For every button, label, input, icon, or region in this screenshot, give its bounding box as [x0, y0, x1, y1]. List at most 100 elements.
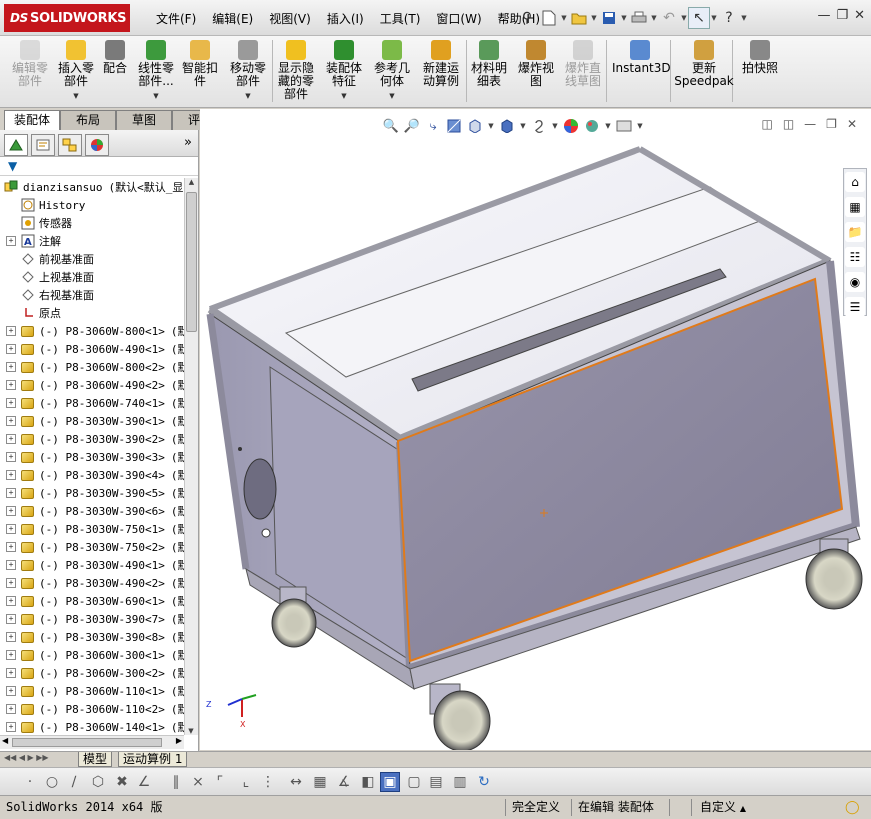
expand-icon[interactable]: + — [6, 470, 16, 480]
line-icon[interactable]: ∕ — [64, 772, 84, 792]
appearances-scenes-icon[interactable]: ◉ — [845, 272, 865, 292]
scroll-down-icon[interactable]: ▼ — [185, 727, 197, 735]
tree-item[interactable]: 原点 — [0, 304, 184, 322]
chevron-down-icon[interactable]: ▼ — [224, 90, 272, 103]
graphics-area[interactable]: 🔍 🔎 ⤷ ▼ ▼ Ϩ ▼ ▼ ▼ ◫ ◫ — ❐ ✕ X Z — [200, 109, 871, 750]
open-folder-icon[interactable] — [568, 7, 590, 29]
tags-icon[interactable]: ◯ — [845, 800, 860, 815]
expand-icon[interactable]: + — [6, 668, 16, 678]
save-icon[interactable] — [598, 7, 620, 29]
feature-tree-tab-icon[interactable] — [4, 134, 28, 156]
front-view-icon[interactable]: ▢ — [404, 772, 424, 792]
dimension-icon[interactable]: ↔ — [286, 772, 306, 792]
show-hidden-components-button[interactable]: 显示隐 藏的零 部件 — [274, 38, 318, 101]
filter-icon[interactable]: ▼ — [8, 159, 17, 173]
menu-window[interactable]: 窗口(W) — [428, 9, 489, 29]
file-explorer-icon[interactable]: 📁 — [845, 222, 865, 242]
isometric-icon[interactable]: ▣ — [380, 772, 400, 792]
expand-icon[interactable]: + — [6, 380, 16, 390]
offset-icon[interactable]: ∥ — [166, 772, 186, 792]
help-question-icon[interactable]: ? — [718, 7, 740, 29]
tree-part-row[interactable]: + (-) P8-3030W-390<4> (默 — [0, 466, 184, 484]
section-icon[interactable]: ◧ — [358, 772, 378, 792]
open-dropdown-icon[interactable]: ▼ — [590, 7, 598, 29]
tree-part-row[interactable]: + (-) P8-3060W-110<2> (默 — [0, 700, 184, 718]
move-component-button[interactable]: 移动零 部件 ▼ — [224, 38, 272, 103]
tree-part-row[interactable]: + (-) P8-3060W-740<1> (默 — [0, 394, 184, 412]
chevron-down-icon[interactable]: ▼ — [52, 90, 100, 103]
units-dropdown-icon[interactable]: ▲ — [740, 804, 746, 813]
custom-properties-icon[interactable]: ☰ — [845, 297, 865, 317]
scroll-left-icon[interactable]: ◀ — [2, 736, 8, 745]
menu-insert[interactable]: 插入(I) — [319, 9, 372, 29]
reference-geometry-button[interactable]: 参考几 何体 ▼ — [368, 38, 416, 103]
minimize-icon[interactable]: — — [817, 8, 830, 23]
tree-item[interactable]: 传感器 — [0, 214, 184, 232]
tree-part-row[interactable]: + (-) P8-3030W-390<8> (默 — [0, 628, 184, 646]
tab-model[interactable]: 模型 — [78, 752, 113, 767]
expand-icon[interactable]: + — [6, 632, 16, 642]
extend-icon[interactable]: ∠ — [134, 772, 154, 792]
explode-line-sketch-button[interactable]: 爆炸直 线草图 — [560, 38, 606, 88]
tree-part-row[interactable]: + (-) P8-3060W-800<1> (默 — [0, 322, 184, 340]
select-dropdown-icon[interactable]: ▼ — [710, 7, 718, 29]
expand-icon[interactable]: + — [6, 524, 16, 534]
menu-view[interactable]: 视图(V) — [261, 9, 319, 29]
tree-part-row[interactable]: + (-) P8-3030W-390<2> (默 — [0, 430, 184, 448]
menu-tools[interactable]: 工具(T) — [372, 9, 429, 29]
expand-icon[interactable]: + — [6, 236, 16, 246]
tree-part-row[interactable]: + (-) P8-3060W-300<2> (默 — [0, 664, 184, 682]
expand-icon[interactable]: + — [6, 416, 16, 426]
expand-icon[interactable]: + — [6, 686, 16, 696]
circle-icon[interactable]: ○ — [42, 772, 62, 792]
mirror-icon[interactable]: ⨯ — [188, 772, 208, 792]
print-icon[interactable] — [628, 7, 650, 29]
close-icon[interactable]: ✕ — [854, 8, 865, 23]
tree-part-row[interactable]: + (-) P8-3030W-390<1> (默 — [0, 412, 184, 430]
mate-button[interactable]: 配合 — [100, 38, 130, 75]
save-dropdown-icon[interactable]: ▼ — [620, 7, 628, 29]
tree-item[interactable]: 上视基准面 — [0, 268, 184, 286]
display-manager-tab-icon[interactable] — [85, 134, 109, 156]
scroll-up-icon[interactable]: ▲ — [185, 178, 198, 186]
edit-component-button[interactable]: 编辑零 部件 — [6, 38, 54, 88]
tree-filter[interactable]: ▼ — [0, 157, 198, 176]
expand-icon[interactable]: + — [6, 650, 16, 660]
linear-pattern-button[interactable]: 线性零 部件... ▼ — [134, 38, 178, 103]
expand-icon[interactable]: + — [6, 578, 16, 588]
polygon-icon[interactable]: ⬡ — [88, 772, 108, 792]
status-units[interactable]: 自定义 ▲ — [696, 799, 776, 816]
new-dropdown-icon[interactable]: ▼ — [560, 7, 568, 29]
undo-icon[interactable]: ↶ — [658, 7, 680, 29]
expand-icon[interactable]: + — [6, 488, 16, 498]
update-speedpak-button[interactable]: 更新 Speedpak — [674, 38, 734, 88]
tree-scroll-thumb[interactable] — [186, 192, 197, 332]
expand-icon[interactable]: + — [6, 614, 16, 624]
help-dropdown-icon[interactable]: ▼ — [740, 7, 748, 29]
point-icon[interactable]: · — [20, 772, 40, 792]
tree-part-row[interactable]: + (-) P8-3030W-390<6> (默 — [0, 502, 184, 520]
expand-icon[interactable]: + — [6, 326, 16, 336]
tree-part-row[interactable]: + (-) P8-3060W-490<1> (默 — [0, 340, 184, 358]
tree-part-row[interactable]: + (-) P8-3030W-390<7> (默 — [0, 610, 184, 628]
expand-icon[interactable]: + — [6, 704, 16, 714]
tree-part-row[interactable]: + (-) P8-3030W-490<2> (默 — [0, 574, 184, 592]
tab-assembly[interactable]: 装配体 — [4, 110, 60, 130]
tree-item[interactable]: + A 注解 — [0, 232, 184, 250]
smart-fasteners-button[interactable]: 智能扣件 — [178, 38, 222, 88]
tab-scroll-arrows-icon[interactable]: ◀◀ ◀ ▶ ▶▶ — [4, 753, 49, 762]
expand-icon[interactable]: + — [6, 434, 16, 444]
tree-item[interactable]: 右视基准面 — [0, 286, 184, 304]
tree-part-row[interactable]: + (-) P8-3030W-750<1> (默 — [0, 520, 184, 538]
tree-horizontal-scrollbar[interactable]: ◀ ▶ — [0, 735, 184, 749]
expand-panel-icon[interactable]: » — [184, 135, 192, 150]
expand-icon[interactable]: + — [6, 362, 16, 372]
chevron-down-icon[interactable]: ▼ — [368, 90, 416, 103]
select-pointer-icon[interactable]: ↖ — [688, 7, 710, 29]
expand-icon[interactable]: + — [6, 452, 16, 462]
tree-vertical-scrollbar[interactable]: ▲ ▼ — [184, 178, 198, 735]
tab-sketch[interactable]: 草图 — [116, 110, 172, 130]
tree-part-row[interactable]: + (-) P8-3030W-690<1> (默 — [0, 592, 184, 610]
tree-part-row[interactable]: + (-) P8-3060W-140<1> (默 — [0, 718, 184, 735]
fillet-icon[interactable]: ⌜ — [210, 772, 230, 792]
